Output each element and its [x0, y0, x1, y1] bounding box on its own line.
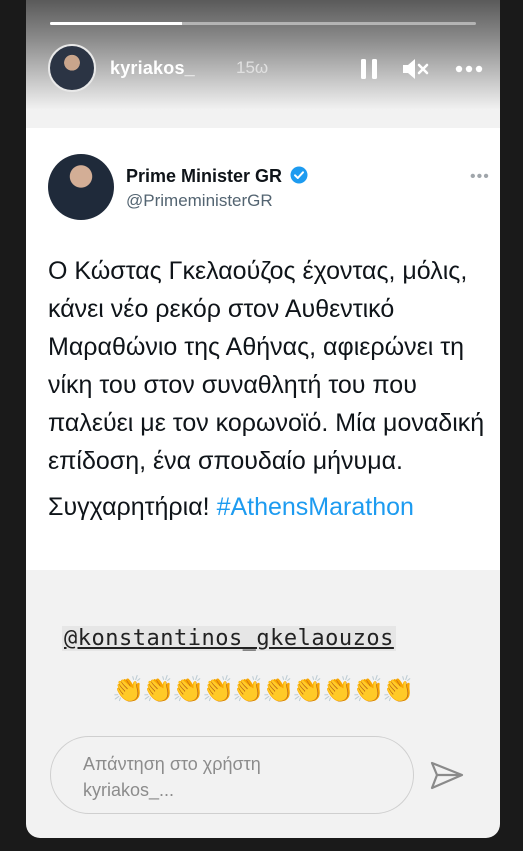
verified-badge-icon	[290, 166, 308, 184]
more-icon	[455, 65, 483, 73]
mute-button[interactable]	[400, 54, 430, 84]
clapping-hands-icon: 👏	[142, 674, 175, 704]
hashtag-link[interactable]: #AthensMarathon	[217, 493, 414, 521]
story-card: kyriakos_ 15ω Prime Minister GR @Primemi…	[26, 0, 500, 838]
tweet-body: Ο Κώστας Γκελαούζος έχοντας, μόλις, κάνε…	[48, 257, 485, 475]
clapping-hands-icon: 👏	[382, 674, 415, 704]
clapping-hands-icon: 👏	[352, 674, 385, 704]
clapping-hands-icon: 👏	[112, 674, 145, 704]
send-button[interactable]	[428, 757, 466, 795]
reply-placeholder: Απάντηση στο χρήστη kyriakos_...	[83, 754, 261, 800]
tweet-author-name: Prime Minister GR	[126, 166, 308, 187]
tweet-embed[interactable]: Prime Minister GR @PrimeministerGR ••• Ο…	[26, 128, 500, 570]
pause-button[interactable]	[354, 54, 384, 84]
story-progress-bar	[50, 22, 476, 25]
send-icon	[430, 761, 464, 790]
tweet-handle: @PrimeministerGR	[126, 191, 273, 210]
tweet-avatar	[48, 154, 114, 220]
clapping-hands-icon: 👏	[262, 674, 295, 704]
pause-icon	[361, 59, 377, 79]
avatar[interactable]	[48, 44, 96, 92]
tweet-text: Ο Κώστας Γκελαούζος έχοντας, μόλις, κάνε…	[48, 252, 488, 526]
username[interactable]: kyriakos_	[110, 58, 195, 79]
clapping-hands-icon: 👏	[322, 674, 355, 704]
story-header: kyriakos_ 15ω	[48, 44, 488, 94]
clapping-hands-icon: 👏	[292, 674, 325, 704]
tweet-closing: Συγχαρητήρια!	[48, 493, 210, 521]
clapping-hands-icon: 👏	[232, 674, 265, 704]
tweet-author-name-text: Prime Minister GR	[126, 166, 283, 186]
clapping-hands-emoji-row: 👏 👏 👏 👏 👏 👏 👏 👏 👏 👏	[112, 672, 422, 708]
reply-input[interactable]: Απάντηση στο χρήστη kyriakos_...	[50, 736, 414, 814]
more-options-button[interactable]	[454, 54, 484, 84]
story-progress-fill	[50, 22, 183, 25]
clapping-hands-icon: 👏	[172, 674, 205, 704]
tweet-more-icon: •••	[470, 168, 490, 185]
mention-sticker[interactable]: @konstantinos_gkelaouzos	[62, 626, 396, 651]
clapping-hands-icon: 👏	[202, 674, 235, 704]
timestamp: 15ω	[236, 58, 269, 77]
mute-icon	[403, 59, 429, 79]
tweet-closing-line: Συγχαρητήρια! #AthensMarathon	[48, 488, 488, 526]
